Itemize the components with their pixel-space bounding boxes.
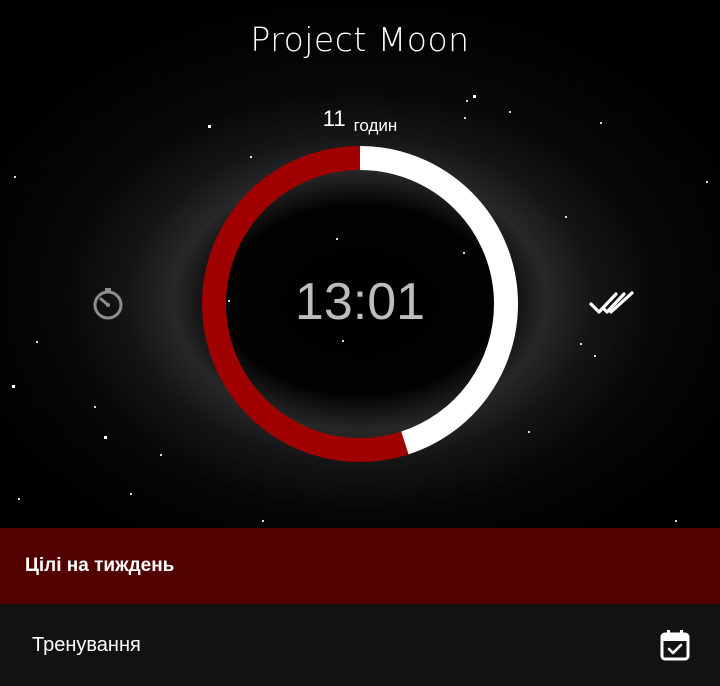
goal-item[interactable]: Тренування <box>0 604 720 686</box>
app-screen: Project Moon 11 годин 13:01 Цілі на тижде… <box>0 0 720 686</box>
timer-display[interactable]: 13:01 <box>200 272 520 332</box>
star <box>130 493 132 495</box>
done-all-icon[interactable] <box>588 288 636 318</box>
star <box>18 498 20 500</box>
star <box>675 520 677 522</box>
star <box>466 100 468 102</box>
star <box>706 181 708 183</box>
star <box>104 436 107 439</box>
star <box>528 431 530 433</box>
hours-label: 11 годин <box>0 106 720 135</box>
star <box>12 385 15 388</box>
star <box>565 216 567 218</box>
weekly-goals-title: Цілі на тиждень <box>25 555 175 576</box>
star <box>160 454 162 456</box>
star <box>580 343 582 345</box>
star <box>594 355 596 357</box>
weekly-goals-header: Цілі на тиждень <box>0 528 720 604</box>
star <box>36 341 38 343</box>
star <box>94 406 96 408</box>
star <box>14 176 16 178</box>
app-title: Project Moon <box>250 20 470 59</box>
hours-unit: годин <box>353 116 398 135</box>
star <box>262 520 264 522</box>
hours-value: 11 <box>322 106 346 131</box>
goal-item-label: Тренування <box>32 633 141 656</box>
timer-icon[interactable] <box>90 286 126 322</box>
star <box>473 95 476 98</box>
calendar-check-icon[interactable] <box>658 628 692 662</box>
